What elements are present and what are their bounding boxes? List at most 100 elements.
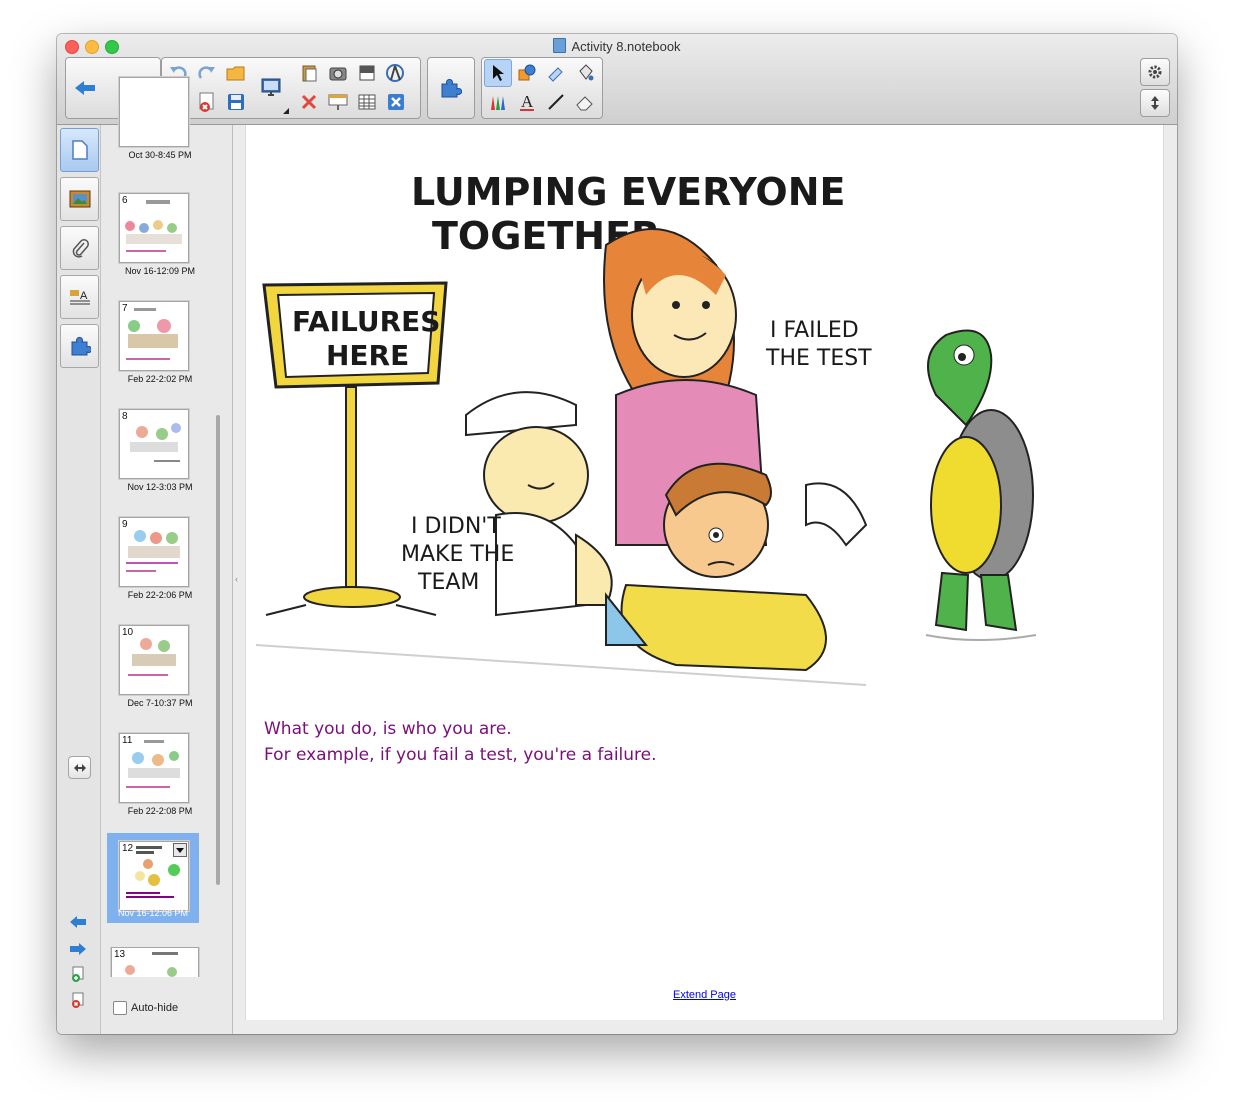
page-thumbnail[interactable]: 9 Feb 22-2:06 PM [101,517,219,607]
properties-icon: A [69,290,90,305]
presentation-screen-icon [328,94,348,110]
gear-icon [1148,65,1162,79]
paste-button[interactable] [295,59,323,87]
paperclip-icon [72,239,89,258]
page-thumbnail-image: 6 [119,193,189,263]
close-box-icon [388,94,404,110]
bubble-failed-line2: THE TEST [765,346,872,371]
page-thumbnail-caption: Nov 16-12:06 PM [117,908,189,918]
page-caption[interactable]: What you do, is who you are. For example… [264,716,657,768]
bubble-team-line2: MAKE THE [401,542,514,567]
caption-line2: For example, if you fail a test, you're … [264,745,657,765]
auto-hide-option[interactable]: Auto-hide [113,1001,178,1015]
camera-icon [329,67,347,81]
drawing-tools-group: A [481,57,603,119]
add-page-icon [72,966,84,982]
monitor-icon [261,78,281,96]
page-thumbnail[interactable]: Oct 30-8:45 PM [101,77,219,167]
svg-text:A: A [521,92,534,111]
addons-group [427,57,475,119]
page-thumbnail-caption: Feb 22-2:06 PM [127,590,193,600]
page-thumbnail-image: 7 [119,301,189,371]
compass-icon [386,64,404,82]
page-number: 7 [122,303,128,314]
toolbar-position-button[interactable] [1140,89,1170,117]
caption-line1: What you do, is who you are. [264,719,512,739]
page-thumbnail-caption: Nov 16-12:09 PM [124,266,196,276]
page-thumbnail[interactable]: 10 Dec 7-10:37 PM [101,625,219,715]
lines-tool-button[interactable] [542,88,570,116]
pointer-icon [493,65,504,81]
delete-x-icon [301,94,317,110]
picture-icon [69,190,90,208]
move-sidebar-button[interactable] [68,756,91,779]
page-thumbnail-caption: Feb 22-2:08 PM [127,806,193,816]
whiteboard-page[interactable]: LUMPING EVERYONE TOGETHER FAILURES HERE [245,125,1164,1020]
eraser-shapes-button[interactable] [542,59,570,87]
insert-table-button[interactable] [353,88,381,116]
page-thumbnail[interactable]: 8 Nov 12-3:03 PM [101,409,219,499]
fill-tool-button[interactable] [571,59,599,87]
text-icon: A [520,92,534,111]
pens-tool-button[interactable] [484,88,512,116]
puzzle-icon [71,336,91,356]
arrow-right-icon [70,943,86,955]
cartoon-image[interactable]: LUMPING EVERYONE TOGETHER FAILURES HERE [246,125,1046,695]
addons-button[interactable] [436,74,464,102]
arrow-left-icon [70,916,86,928]
shade-icon [359,65,375,81]
sidebar-delete-page-button[interactable] [67,991,89,1009]
cartoon-heading-line1: LUMPING EVERYONE [411,170,845,214]
save-button[interactable] [222,88,250,116]
resize-handle[interactable]: ‹ [235,574,238,584]
extend-page-link[interactable]: Extend Page [673,989,736,1001]
auto-hide-checkbox[interactable] [113,1001,127,1015]
select-tool-button[interactable] [484,59,512,87]
page-thumbnail[interactable]: 6 Nov 16-12:09 PM [101,193,219,283]
page-thumbnail-caption: Nov 12-3:03 PM [127,482,193,492]
bubble-failed-line1: I FAILED [770,318,859,343]
attachments-tab[interactable] [60,226,99,270]
up-down-arrow-icon [1151,96,1159,110]
folder-icon [226,66,245,81]
settings-button[interactable] [1140,58,1170,86]
show-hide-screen-button[interactable] [324,88,352,116]
page-thumbnail-image: 8 [119,409,189,479]
document-icon [553,38,567,53]
sidebar-previous-page-button[interactable] [67,913,89,931]
page-thumbnail-image: 11 [119,733,189,803]
page-number: 10 [122,627,134,638]
page-thumbnail-image: 10 [119,625,189,695]
properties-tab[interactable]: A [60,275,99,319]
close-gallery-button[interactable] [382,88,410,116]
side-tab-strip: A [57,125,101,1034]
screen-capture-button[interactable] [324,59,352,87]
display-button[interactable] [257,73,285,101]
page-sorter: Oct 30-8:45 PM 6 Nov 16-12:09 PM 7 Feb 2… [101,77,233,1034]
addons-tab[interactable] [60,324,99,368]
eraser-tool-button[interactable] [571,88,599,116]
page-number: 6 [122,195,128,206]
page-thumbnail-selected[interactable]: 12 Nov 16-12:06 PM [107,833,199,923]
page-thumbnail-image: 13 [111,947,199,977]
page-thumbnail[interactable]: 11 Feb 22-2:08 PM [101,733,219,823]
page-thumbnail[interactable]: 7 Feb 22-2:02 PM [101,301,219,391]
sidebar-add-page-button[interactable] [67,965,89,983]
page-thumbnail[interactable]: 13 [101,947,219,977]
screen-shade-button[interactable] [353,59,381,87]
delete-button[interactable] [295,88,323,116]
text-tool-button[interactable]: A [513,88,541,116]
measurement-tools-button[interactable] [382,59,410,87]
shapes-tool-button[interactable] [513,59,541,87]
previous-page-button[interactable] [71,74,99,102]
open-file-button[interactable] [222,59,250,87]
bubble-team-line3: TEAM [417,570,479,595]
window-title: Activity 8.notebook [57,38,1177,54]
fill-bucket-icon [579,64,594,81]
page-menu-button[interactable] [173,843,187,857]
sidebar-next-page-button[interactable] [67,940,89,958]
gallery-tab[interactable] [60,177,99,221]
page-sorter-tab[interactable] [60,128,99,172]
thumbnail-preview [126,308,178,360]
sorter-scrollbar[interactable] [216,415,220,885]
